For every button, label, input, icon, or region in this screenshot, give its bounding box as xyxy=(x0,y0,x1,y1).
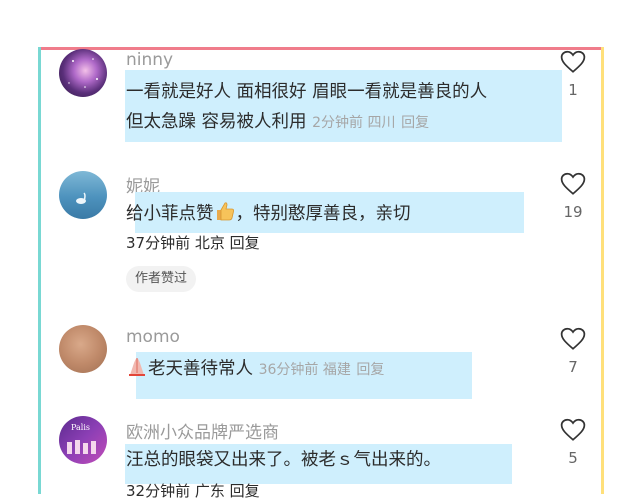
heart-outline-icon[interactable] xyxy=(560,418,586,442)
comment-text: 老天善待常人 xyxy=(148,359,253,379)
comment-text-line: 给小菲点赞 ，特别憨厚善良，亲切 xyxy=(126,200,411,227)
pray-emoji-icon xyxy=(129,358,145,376)
comment-text: ，特别憨厚善良，亲切 xyxy=(235,204,411,224)
reply-button[interactable]: 回复 xyxy=(401,115,429,131)
comment-text-line2: 但太急躁 容易被人利用 2分钟前 四川 回复 xyxy=(126,109,429,136)
comment-text: 但太急躁 容易被人利用 xyxy=(126,112,307,132)
like-count: 19 xyxy=(563,203,583,221)
avatar-image xyxy=(68,58,98,88)
comment-meta: 37分钟前 北京 xyxy=(126,234,225,252)
comment-meta: 32分钟前 广东 xyxy=(126,482,225,500)
avatar[interactable] xyxy=(59,171,107,219)
comment-username[interactable]: momo xyxy=(126,327,180,347)
reply-button[interactable]: 回复 xyxy=(230,234,260,252)
comment-meta: 2分钟前 四川 xyxy=(312,115,396,131)
frame-top-border xyxy=(38,47,604,50)
avatar[interactable] xyxy=(59,325,107,373)
avatar-image xyxy=(76,192,86,204)
like-count: 5 xyxy=(568,449,578,467)
avatar-image: Palis xyxy=(67,423,96,454)
comment-meta: 36分钟前 福建 xyxy=(258,362,351,378)
comment-text: 给小菲点赞 xyxy=(126,204,214,224)
heart-outline-icon[interactable] xyxy=(560,50,586,74)
heart-outline-icon[interactable] xyxy=(560,172,586,196)
comment-text: 汪总的眼袋又出来了。被老ｓ气出来的。 xyxy=(126,450,441,470)
comment-username[interactable]: 欧洲小众品牌严选商 xyxy=(126,418,279,443)
heart-outline-icon[interactable] xyxy=(560,327,586,351)
comment-text-line: 老天善待常人 36分钟前 福建 回复 xyxy=(126,355,384,383)
thumbs-up-emoji-icon xyxy=(216,202,234,221)
frame-left-border xyxy=(38,47,41,494)
avatar-brand-text: Palis xyxy=(71,423,90,432)
like-count: 1 xyxy=(568,81,578,99)
reply-button[interactable]: 回复 xyxy=(230,482,260,500)
comment-username[interactable]: ninny xyxy=(126,50,173,70)
reply-button[interactable]: 回复 xyxy=(356,362,384,378)
like-count: 7 xyxy=(568,358,578,376)
comment-meta-line: 37分钟前 北京 回复 xyxy=(126,230,260,256)
author-liked-badge: 作者赞过 xyxy=(126,266,197,292)
frame-right-border xyxy=(601,47,604,494)
avatar[interactable] xyxy=(59,49,107,97)
avatar[interactable]: Palis xyxy=(59,416,107,464)
comment-text: 一看就是好人 面相很好 眉眼一看就是善良的人 xyxy=(126,82,488,102)
comment-meta-line: 32分钟前 广东 回复 xyxy=(126,478,260,504)
